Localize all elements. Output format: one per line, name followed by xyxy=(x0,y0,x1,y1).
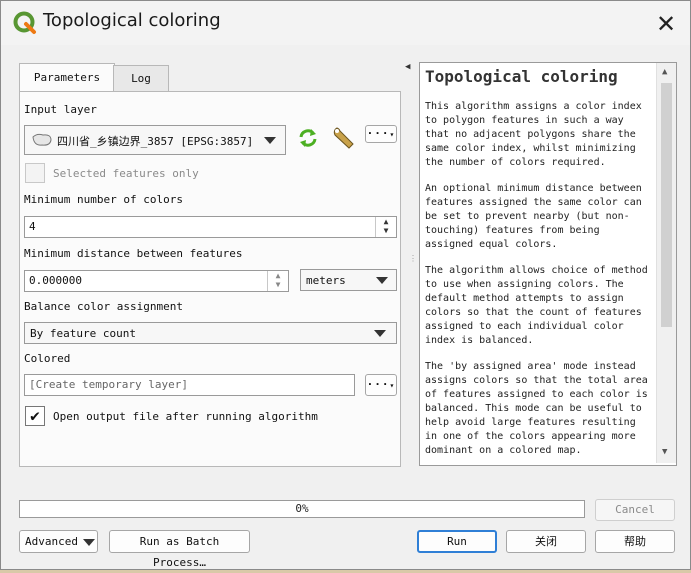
qgis-logo-icon xyxy=(13,11,36,34)
input-layer-options-button[interactable]: ···▾ xyxy=(365,125,397,143)
colored-output-field[interactable]: [Create temporary layer] xyxy=(24,374,355,396)
collapse-left-icon[interactable]: ◀ xyxy=(405,62,410,72)
refresh-icon[interactable] xyxy=(296,127,320,149)
min-colors-spinbox[interactable]: 4 ▲ ▼ xyxy=(24,216,397,238)
tab-parameters[interactable]: Parameters xyxy=(19,63,115,93)
cancel-button[interactable]: Cancel xyxy=(595,499,675,521)
input-layer-combo[interactable]: 四川省_乡镇边界_3857 [EPSG:3857] xyxy=(24,125,286,155)
min-distance-spinbox[interactable]: 0.000000 ▲ ▼ xyxy=(24,270,289,292)
spin-arrows-icon[interactable]: ▲ ▼ xyxy=(267,271,288,291)
splitter-handle-icon[interactable]: ⋮ xyxy=(409,255,417,263)
close-icon[interactable]: ✕ xyxy=(651,9,681,39)
min-colors-label: Minimum number of colors xyxy=(24,193,183,206)
polygon-layer-icon xyxy=(32,133,52,146)
distance-unit-combo[interactable]: meters xyxy=(300,269,397,291)
min-colors-value: 4 xyxy=(29,220,36,233)
balance-value: By feature count xyxy=(30,327,136,340)
colored-output-options-button[interactable]: ···▾ xyxy=(365,374,397,396)
run-button[interactable]: Run xyxy=(417,530,497,553)
distance-unit-value: meters xyxy=(306,274,346,287)
advanced-button[interactable]: Advanced xyxy=(19,530,98,553)
min-distance-label: Minimum distance between features xyxy=(24,247,243,260)
scroll-up-icon[interactable]: ▲ xyxy=(662,67,667,77)
selected-only-label: Selected features only xyxy=(53,167,199,180)
input-layer-label: Input layer xyxy=(24,103,97,116)
help-button[interactable]: 帮助 xyxy=(595,530,675,553)
open-output-label: Open output file after running algorithm xyxy=(53,410,318,423)
help-scrollbar[interactable]: ▲ ▼ xyxy=(656,63,676,463)
help-title: Topological coloring xyxy=(425,67,618,86)
chevron-down-icon xyxy=(374,330,386,337)
chevron-down-icon xyxy=(83,539,95,546)
balance-combo[interactable]: By feature count xyxy=(24,322,397,344)
window-title: Topological coloring xyxy=(43,10,221,31)
balance-label: Balance color assignment xyxy=(24,300,183,313)
advanced-label: Advanced xyxy=(25,535,78,548)
open-output-checkbox[interactable]: ✔ xyxy=(25,406,45,426)
help-paragraph: An optional minimum distance between fea… xyxy=(425,183,642,250)
run-batch-button[interactable]: Run as Batch Process… xyxy=(109,530,250,569)
scroll-thumb[interactable] xyxy=(661,83,672,327)
colored-label: Colored xyxy=(24,352,71,365)
selected-only-checkbox[interactable] xyxy=(25,163,45,183)
spin-arrows-icon[interactable]: ▲ ▼ xyxy=(375,217,396,237)
dialog-window: Topological coloring ✕ Parameters Log In… xyxy=(0,0,691,570)
progress-text: 0% xyxy=(295,502,309,515)
help-panel: Topological coloring This algorithm assi… xyxy=(419,62,677,466)
help-paragraph: The 'by assigned area' mode instead assi… xyxy=(425,361,648,456)
chevron-down-icon xyxy=(376,277,388,284)
title-bar: Topological coloring ✕ xyxy=(1,1,690,45)
help-paragraph: This algorithm assigns a color index to … xyxy=(425,101,642,168)
wrench-icon[interactable] xyxy=(331,125,357,151)
min-distance-value: 0.000000 xyxy=(29,274,82,287)
close-button[interactable]: 关闭 xyxy=(506,530,586,553)
tab-log[interactable]: Log xyxy=(113,65,169,92)
colored-output-placeholder: [Create temporary layer] xyxy=(29,378,188,391)
scroll-down-icon[interactable]: ▼ xyxy=(662,447,667,457)
input-layer-value: 四川省_乡镇边界_3857 [EPSG:3857] xyxy=(57,135,254,148)
chevron-down-icon xyxy=(264,137,276,144)
progress-bar: 0% xyxy=(19,500,585,518)
help-paragraph: The algorithm allows choice of method to… xyxy=(425,265,648,346)
